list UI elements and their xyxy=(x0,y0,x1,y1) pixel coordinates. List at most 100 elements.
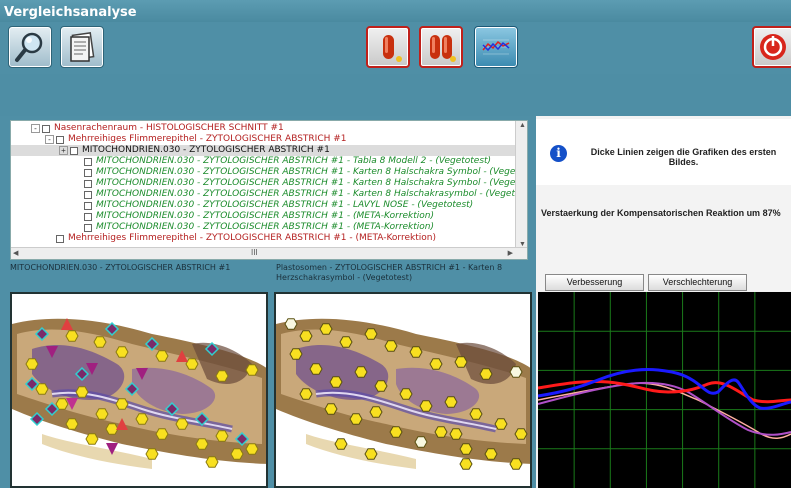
marker-hexagon xyxy=(205,456,219,468)
worsen-button[interactable]: Verschlechterung xyxy=(648,274,747,291)
tree-row[interactable]: Mehrreihiges Flimmerepithel - ZYTOLOGISC… xyxy=(11,233,436,244)
tree-row-checkbox[interactable] xyxy=(56,234,64,243)
double-analysis-button[interactable] xyxy=(419,26,463,68)
tree-row-checkbox[interactable] xyxy=(70,146,78,155)
tree-row-checkbox[interactable] xyxy=(84,190,92,199)
tree-row-checkbox[interactable] xyxy=(84,168,92,177)
tree-row[interactable]: MITOCHONDRIEN.030 - ZYTOLOGISCHER ABSTRI… xyxy=(11,189,524,200)
tree-row[interactable]: MITOCHONDRIEN.030 - ZYTOLOGISCHER ABSTRI… xyxy=(11,211,434,222)
analysis-tree[interactable]: - Nasenrachenraum - HISTOLOGISCHER SCHNIT… xyxy=(10,120,528,260)
marker-hexagon xyxy=(459,443,473,455)
marker-hexagon xyxy=(215,370,229,382)
scroll-left-icon[interactable]: ◀ xyxy=(13,249,18,257)
tree-row[interactable]: - Nasenrachenraum - HISTOLOGISCHER SCHNIT… xyxy=(11,123,284,134)
reaction-text: Verstaerkung der Kompensatorischen Reakt… xyxy=(541,208,781,218)
marker-hexagon xyxy=(135,413,149,425)
marker-hexagon xyxy=(369,406,383,418)
marker-hexagon xyxy=(155,350,169,362)
tree-row[interactable]: - Mehrreihiges Flimmerepithel - ZYTOLOGIS… xyxy=(11,134,347,145)
graph-series-line xyxy=(538,368,791,410)
marker-hexagon xyxy=(414,436,428,448)
marker-hexagon xyxy=(354,366,368,378)
marker-hexagon xyxy=(419,400,433,412)
marker-hexagon xyxy=(215,430,229,442)
magnifier-icon xyxy=(15,32,43,62)
report-button[interactable] xyxy=(60,26,104,68)
window-title: Vergleichsanalyse xyxy=(0,0,791,22)
marker-hexagon xyxy=(479,368,493,380)
right-tissue-image[interactable] xyxy=(274,292,532,488)
single-analysis-button[interactable] xyxy=(366,26,410,68)
marker-hexagon xyxy=(299,388,313,400)
marker-hexagon xyxy=(364,328,378,340)
document-icon xyxy=(70,32,95,62)
marker-hexagon xyxy=(230,448,244,460)
marker-hexagon xyxy=(339,336,353,348)
marker-hexagon xyxy=(509,458,523,470)
marker-hexagon xyxy=(115,398,129,410)
vertical-scrollbar[interactable]: ▲ ▼ xyxy=(515,121,527,249)
marker-hexagon xyxy=(85,433,99,445)
scroll-grip[interactable]: III xyxy=(251,248,258,257)
marker-hexagon xyxy=(289,348,303,360)
tree-row-checkbox[interactable] xyxy=(84,157,92,166)
marker-hexagon xyxy=(334,438,348,450)
marker-hexagon xyxy=(309,363,323,375)
collapse-icon[interactable]: - xyxy=(31,124,40,134)
marker-hexagon xyxy=(409,346,423,358)
info-icon: i xyxy=(550,145,567,162)
marker-hexagon xyxy=(469,408,483,420)
power-button[interactable] xyxy=(752,26,791,68)
graph-canvas xyxy=(538,292,791,488)
comparison-graph xyxy=(538,292,791,488)
left-tissue-image[interactable] xyxy=(10,292,268,488)
left-image-caption: MITOCHONDRIEN.030 - ZYTOLOGISCHER ABSTRI… xyxy=(10,263,231,272)
marker-hexagon xyxy=(55,398,69,410)
marker-hexagon xyxy=(399,388,413,400)
search-button[interactable] xyxy=(8,26,52,68)
tree-row[interactable]: MITOCHONDRIEN.030 - ZYTOLOGISCHER ABSTRI… xyxy=(11,156,491,167)
marker-hexagon xyxy=(25,358,39,370)
marker-hexagon xyxy=(299,330,313,342)
marker-hexagon xyxy=(93,336,107,348)
tree-row-checkbox[interactable] xyxy=(84,179,92,188)
tree-row[interactable]: MITOCHONDRIEN.030 - ZYTOLOGISCHER ABSTRI… xyxy=(11,222,434,233)
marker-hexagon xyxy=(449,428,463,440)
tree-row-checkbox[interactable] xyxy=(84,223,92,232)
tree-row-label: Mehrreihiges Flimmerepithel - ZYTOLOGISC… xyxy=(68,134,347,145)
marker-hexagon xyxy=(324,403,338,415)
marker-hexagon xyxy=(429,358,443,370)
tree-row[interactable]: MITOCHONDRIEN.030 - ZYTOLOGISCHER ABSTRI… xyxy=(11,200,473,211)
tree-row[interactable]: MITOCHONDRIEN.030 - ZYTOLOGISCHER ABSTRI… xyxy=(11,167,525,178)
tree-row-label: MITOCHONDRIEN.030 - ZYTOLOGISCHER ABSTRI… xyxy=(82,145,330,156)
marker-hexagon xyxy=(349,413,363,425)
info-text: Dicke Linien zeigen die Grafiken des ers… xyxy=(590,147,777,167)
scroll-up-icon[interactable]: ▲ xyxy=(519,122,526,129)
horizontal-scrollbar[interactable]: ◀ III ▶ xyxy=(11,247,527,259)
tree-row-checkbox[interactable] xyxy=(56,135,64,144)
marker-hexagon xyxy=(245,364,259,376)
double-capsule-icon xyxy=(430,35,456,62)
tree-row-checkbox[interactable] xyxy=(42,124,50,133)
marker-hexagon xyxy=(384,340,398,352)
tree-row[interactable]: MITOCHONDRIEN.030 - ZYTOLOGISCHER ABSTRI… xyxy=(11,178,525,189)
scroll-right-icon[interactable]: ▶ xyxy=(508,249,513,257)
marker-hexagon xyxy=(459,458,473,470)
tree-row-checkbox[interactable] xyxy=(84,212,92,221)
marker-hexagon xyxy=(195,438,209,450)
expand-icon[interactable]: + xyxy=(59,146,68,156)
tree-row-checkbox[interactable] xyxy=(84,201,92,210)
marker-hexagon xyxy=(65,330,79,342)
toolbar-spacer xyxy=(0,74,791,116)
improve-button[interactable]: Verbesserung xyxy=(545,274,644,291)
marker-hexagon xyxy=(155,428,169,440)
marker-hexagon xyxy=(514,428,528,440)
tree-row-label: MITOCHONDRIEN.030 - ZYTOLOGISCHER ABSTRI… xyxy=(96,200,474,211)
collapse-icon[interactable]: - xyxy=(45,135,54,145)
right-image-caption-line1: Plastosomen - ZYTOLOGISCHER ABSTRICH #1 … xyxy=(276,263,503,272)
marker-hexagon xyxy=(434,426,448,438)
tree-row[interactable]: + MITOCHONDRIEN.030 - ZYTOLOGISCHER ABSTR… xyxy=(11,145,516,156)
tree-row-label: MITOCHONDRIEN.030 - ZYTOLOGISCHER ABSTRI… xyxy=(96,178,525,189)
graph-button[interactable] xyxy=(474,26,518,68)
marker-hexagon xyxy=(319,323,333,335)
